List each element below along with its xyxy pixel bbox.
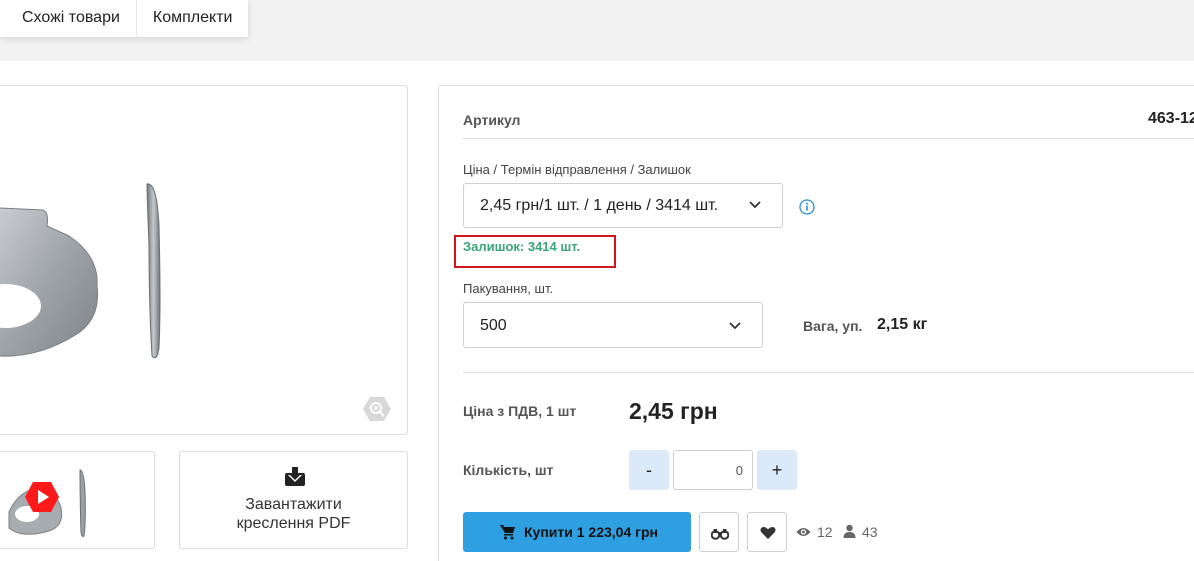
user-icon <box>843 524 856 538</box>
packaging-label: Пакування, шт. <box>463 281 554 296</box>
tab-kits[interactable]: Комплекти <box>137 0 249 37</box>
download-label-line2: креслення PDF <box>236 515 351 532</box>
price-select-value: 2,45 грн/1 шт. / 1 день / 3414 шт. <box>480 197 719 214</box>
price-value: 2,45 грн <box>629 398 718 424</box>
quantity-label: Кількість, шт <box>463 462 554 478</box>
sku-value: 463-12 <box>1148 110 1194 127</box>
quantity-increase-button[interactable]: + <box>757 450 797 490</box>
buy-button-label: Купити 1 223,04 грн <box>524 524 658 540</box>
favorite-button[interactable] <box>747 512 787 552</box>
users-count: 43 <box>862 524 878 540</box>
download-label-line1: Завантажити <box>245 496 342 513</box>
eye-icon <box>796 528 811 536</box>
stock-status: Залишок: 3414 шт. <box>463 239 581 254</box>
product-tabs: Схожі товари Комплекти <box>0 0 249 37</box>
price-select-label: Ціна / Термін відправлення / Залишок <box>463 162 691 177</box>
heart-icon <box>760 527 776 539</box>
quantity-input[interactable] <box>673 450 753 490</box>
weight-label: Вага, уп. <box>803 318 863 334</box>
quantity-decrease-button[interactable]: - <box>629 450 669 490</box>
packaging-value: 500 <box>480 317 507 334</box>
chevron-down-icon <box>749 201 761 209</box>
tab-similar-products[interactable]: Схожі товари <box>0 0 137 37</box>
views-count: 12 <box>817 524 833 540</box>
product-image <box>0 183 161 359</box>
download-icon <box>285 467 305 486</box>
sku-label: Артикул <box>463 112 521 128</box>
youtube-play-icon[interactable] <box>24 481 60 513</box>
download-drawing-pdf-button[interactable]: Завантажити креслення PDF <box>179 451 408 549</box>
zoom-icon[interactable] <box>363 396 391 422</box>
price-term-stock-select[interactable]: 2,45 грн/1 шт. / 1 день / 3414 шт. <box>463 183 783 228</box>
binoculars-icon <box>711 529 729 540</box>
product-image-box[interactable] <box>0 85 408 435</box>
compare-button[interactable] <box>699 512 739 552</box>
price-vat-label: Ціна з ПДВ, 1 шт <box>463 403 577 419</box>
divider <box>463 138 1194 139</box>
cart-icon <box>500 525 515 540</box>
weight-value: 2,15 кг <box>877 316 928 333</box>
chevron-down-icon <box>729 322 741 330</box>
divider <box>463 372 1194 373</box>
packaging-select[interactable]: 500 <box>463 302 763 348</box>
buy-button[interactable]: Купити 1 223,04 грн <box>463 512 691 552</box>
info-icon[interactable] <box>799 199 815 215</box>
video-thumbnail[interactable] <box>0 451 155 549</box>
